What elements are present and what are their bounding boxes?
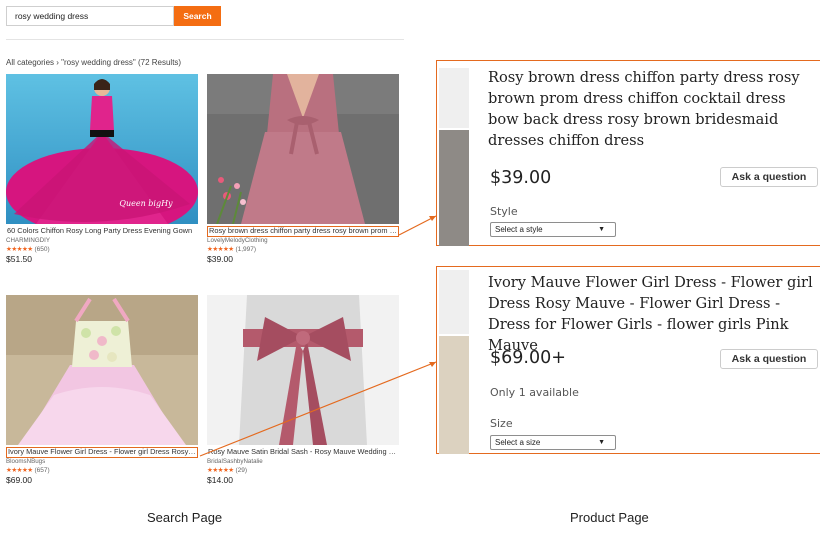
select-value: Select a style [495,225,543,234]
thumbnail-strip[interactable] [439,336,469,454]
option-label: Style [490,205,518,218]
product-title: Ivory Mauve Flower Girl Dress - Flower g… [488,274,813,354]
panel-top-border [436,266,820,267]
thumbnail-strip[interactable] [439,270,469,334]
thumbnail-strip[interactable] [439,130,469,246]
panel-left-border [436,266,437,454]
ask-question-button[interactable]: Ask a question [720,167,818,187]
caption-search-page: Search Page [147,510,223,525]
panel-bottom-border [436,245,820,246]
product-price: $69.00+ [490,348,566,368]
connector-line-2 [199,361,437,457]
size-select[interactable]: Select a size ▼ [490,435,616,450]
option-label: Size [490,417,513,430]
availability-text: Only 1 available [490,386,579,399]
select-value: Select a size [495,438,541,447]
panel-bottom-border [436,453,820,454]
panel-top-border [436,60,820,61]
caption-product-page: Product Page [570,510,649,525]
thumbnail-strip[interactable] [439,68,469,128]
panel-left-border [436,60,437,246]
product-panel: Rosy brown dress chiffon party dress ros… [436,60,820,246]
style-select[interactable]: Select a style ▼ [490,222,616,237]
product-title: Rosy brown dress chiffon party dress ros… [488,69,800,149]
dropdown-caret-icon: ▼ [598,439,605,446]
ask-question-button[interactable]: Ask a question [720,349,818,369]
dropdown-caret-icon: ▼ [598,226,605,233]
product-price: $39.00 [490,168,552,188]
product-panel: Ivory Mauve Flower Girl Dress - Flower g… [436,266,820,454]
connector-line-1 [398,215,437,236]
